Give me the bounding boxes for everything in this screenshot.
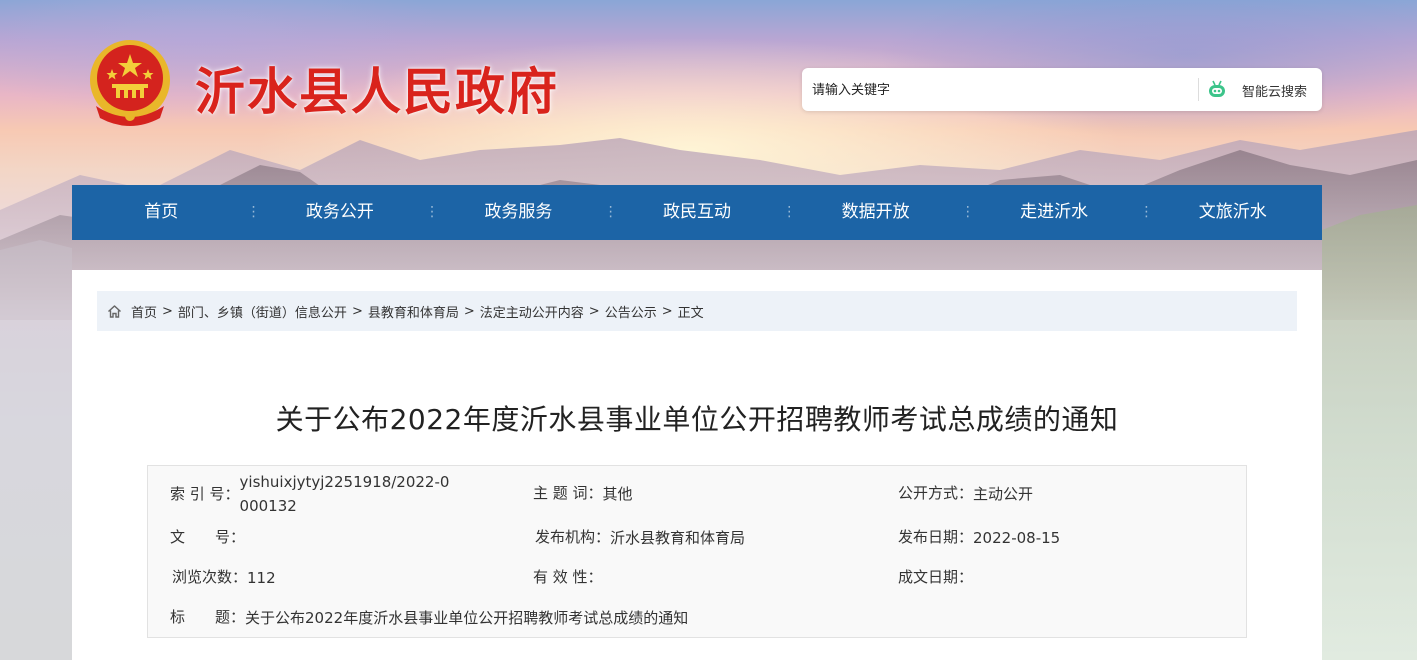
breadcrumb-current: 正文 bbox=[677, 305, 704, 321]
robot-icon bbox=[1206, 79, 1228, 101]
nav-item-open-data[interactable]: 数据开放 bbox=[782, 185, 965, 240]
breadcrumb-department-info[interactable]: 部门、乡镇（街道）信息公开 bbox=[178, 302, 347, 321]
meta-validity: 有 效 性： bbox=[533, 566, 603, 587]
home-icon[interactable] bbox=[107, 304, 122, 319]
breadcrumb-statutory-content[interactable]: 法定主动公开内容 bbox=[480, 302, 584, 321]
breadcrumb-separator: > bbox=[162, 303, 173, 319]
meta-validity-label: 有 效 性： bbox=[533, 568, 603, 586]
content-panel: 首页 > 部门、乡镇（街道）信息公开 > 县教育和体育局 > 法定主动公开内容 … bbox=[72, 270, 1322, 660]
meta-subject-value: 关于公布2022年度沂水县事业单位公开招聘教师考试总成绩的通知 bbox=[245, 609, 689, 627]
nav-item-government-services[interactable]: 政务服务 bbox=[425, 185, 608, 240]
breadcrumb-separator: > bbox=[463, 303, 475, 319]
meta-publisher-label: 发布机构： bbox=[535, 528, 611, 546]
breadcrumb: 首页 > 部门、乡镇（街道）信息公开 > 县教育和体育局 > 法定主动公开内容 … bbox=[97, 291, 1297, 331]
meta-publisher-value: 沂水县教育和体育局 bbox=[610, 529, 746, 547]
meta-views-label: 浏览次数： bbox=[172, 568, 248, 586]
breadcrumb-separator: > bbox=[588, 303, 600, 319]
meta-views: 浏览次数： 112 bbox=[172, 566, 276, 590]
smart-search-button[interactable]: 智能云搜索 bbox=[1206, 76, 1318, 104]
site-title: 沂水县人民政府 bbox=[195, 62, 559, 121]
meta-date-value: 2022-08-15 bbox=[973, 529, 1061, 547]
nav-item-government-affairs[interactable]: 政务公开 bbox=[247, 185, 430, 240]
meta-index-value: yishuixjytyj2251918/2022-0000132 bbox=[239, 473, 450, 515]
meta-disclosure-label: 公开方式： bbox=[898, 484, 974, 502]
meta-doc-no: 文 号： bbox=[170, 526, 245, 547]
national-emblem-logo bbox=[86, 36, 174, 128]
nav-item-interaction[interactable]: 政民互动 bbox=[604, 185, 787, 240]
meta-publisher: 发布机构： 沂水县教育和体育局 bbox=[535, 526, 745, 550]
metadata-table: 索 引 号： yishuixjytyj2251918/2022-0000132 … bbox=[147, 465, 1247, 638]
meta-doc-no-label: 文 号： bbox=[170, 528, 246, 546]
search-input[interactable] bbox=[812, 79, 1182, 101]
breadcrumb-announcements[interactable]: 公告公示 bbox=[605, 302, 657, 321]
meta-disclosure: 公开方式： 主动公开 bbox=[898, 482, 1033, 506]
nav-item-culture-tourism[interactable]: 文旅沂水 bbox=[1139, 185, 1322, 240]
search-box: 智能云搜索 bbox=[802, 68, 1322, 111]
nav-item-about-yishui[interactable]: 走进沂水 bbox=[961, 185, 1144, 240]
main-nav: 首页 政务公开 政务服务 政民互动 数据开放 走进沂水 文旅沂水 bbox=[72, 185, 1322, 240]
meta-established: 成文日期： bbox=[898, 566, 973, 587]
meta-subject-label: 标 题： bbox=[170, 608, 246, 626]
meta-date-label: 发布日期： bbox=[898, 528, 974, 546]
article-title: 关于公布2022年度沂水县事业单位公开招聘教师考试总成绩的通知 bbox=[275, 403, 1119, 436]
meta-index-label: 索 引 号： bbox=[170, 485, 240, 503]
breadcrumb-home[interactable]: 首页 bbox=[131, 302, 157, 321]
meta-topic-label: 主 题 词： bbox=[533, 484, 603, 502]
meta-views-value: 112 bbox=[247, 569, 276, 587]
smart-search-label: 智能云搜索 bbox=[1242, 84, 1308, 100]
meta-topic-value: 其他 bbox=[602, 485, 633, 503]
search-divider bbox=[1198, 78, 1199, 101]
meta-subject: 标 题： 关于公布2022年度沂水县事业单位公开招聘教师考试总成绩的通知 bbox=[170, 606, 688, 630]
meta-topic: 主 题 词： 其他 bbox=[533, 482, 633, 506]
breadcrumb-separator: > bbox=[351, 303, 363, 319]
meta-index: 索 引 号： yishuixjytyj2251918/2022-0000132 bbox=[170, 470, 490, 518]
breadcrumb-education-bureau[interactable]: 县教育和体育局 bbox=[368, 302, 459, 321]
breadcrumb-separator: > bbox=[661, 303, 673, 319]
meta-established-label: 成文日期： bbox=[898, 568, 974, 586]
meta-date: 发布日期： 2022-08-15 bbox=[898, 526, 1060, 550]
meta-disclosure-value: 主动公开 bbox=[973, 485, 1034, 503]
nav-item-home[interactable]: 首页 bbox=[72, 185, 251, 240]
